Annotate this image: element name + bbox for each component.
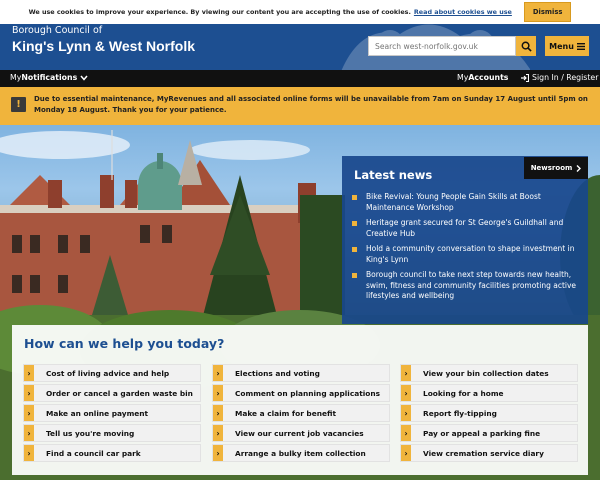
help-link-planning[interactable]: › Comment on planning applications (212, 384, 390, 402)
help-title: How can we help you today? (24, 336, 225, 351)
chevron-right-icon: › (24, 405, 34, 421)
help-link-job-vacancies[interactable]: › View our current job vacancies (212, 424, 390, 442)
exclamation-icon: ! (11, 97, 26, 112)
news-item-text: Bike Revival: Young People Gain Skills a… (366, 192, 541, 212)
accounts-label: Accounts (468, 73, 509, 82)
newsroom-button[interactable]: Newsroom (524, 157, 588, 179)
help-link-car-park[interactable]: › Find a council car park (23, 444, 201, 462)
news-item[interactable]: Borough council to take next step toward… (352, 270, 580, 302)
help-link-label: Arrange a bulky item collection (235, 448, 366, 458)
help-link-garden-waste[interactable]: › Order or cancel a garden waste bin (23, 384, 201, 402)
chevron-right-icon (576, 164, 582, 172)
logo-subtitle: Borough Council of (12, 25, 103, 36)
my-accounts-link[interactable]: MyAccounts (457, 73, 508, 82)
site-header: Borough Council of King's Lynn & West No… (0, 24, 600, 70)
help-link-label: Pay or appeal a parking fine (423, 428, 541, 438)
chevron-right-icon: › (213, 405, 223, 421)
chevron-right-icon: › (24, 365, 34, 381)
bullet-icon (352, 195, 357, 200)
search-input[interactable] (368, 36, 516, 56)
logo-title[interactable]: King's Lynn & West Norfolk (12, 38, 195, 54)
news-item[interactable]: Bike Revival: Young People Gain Skills a… (352, 192, 580, 213)
alert-message: Due to essential maintenance, MyRevenues… (34, 95, 588, 114)
help-link-online-payment[interactable]: › Make an online payment (23, 404, 201, 422)
bullet-icon (352, 273, 357, 278)
news-item-text: Borough council to take next step toward… (366, 270, 577, 300)
help-link-label: View cremation service diary (423, 448, 544, 458)
help-link-label: Cost of living advice and help (46, 368, 170, 378)
chevron-right-icon: › (401, 365, 411, 381)
news-item-text: Heritage grant secured for St George's G… (366, 218, 564, 238)
help-link-label: Elections and voting (235, 368, 320, 378)
cookie-message: We use cookies to improve your experienc… (28, 8, 411, 16)
help-link-bulky-item[interactable]: › Arrange a bulky item collection (212, 444, 390, 462)
help-link-label: View our current job vacancies (235, 428, 364, 438)
help-link-moving[interactable]: › Tell us you're moving (23, 424, 201, 442)
notifications-label: Notifications (21, 73, 78, 82)
sign-in-icon (521, 73, 529, 82)
search-icon (521, 41, 532, 52)
help-link-home[interactable]: › Looking for a home (400, 384, 578, 402)
help-link-label: Looking for a home (423, 388, 504, 398)
help-link-label: Tell us you're moving (46, 428, 135, 438)
help-link-parking-fine[interactable]: › Pay or appeal a parking fine (400, 424, 578, 442)
menu-label: Menu (549, 41, 574, 51)
chevron-right-icon: › (401, 385, 411, 401)
my-prefix: My (10, 73, 22, 82)
chevron-right-icon: › (401, 425, 411, 441)
latest-news-title: Latest news (354, 168, 433, 182)
newsroom-label: Newsroom (530, 164, 573, 172)
hamburger-icon (576, 42, 585, 50)
help-link-label: View your bin collection dates (423, 368, 549, 378)
chevron-right-icon: › (213, 425, 223, 441)
news-item[interactable]: Heritage grant secured for St George's G… (352, 218, 580, 239)
chevron-right-icon: › (213, 385, 223, 401)
help-link-cost-of-living[interactable]: › Cost of living advice and help (23, 364, 201, 382)
help-link-label: Make an online payment (46, 408, 149, 418)
sign-in-link[interactable]: Sign In / Register (521, 73, 598, 82)
help-link-bin-dates[interactable]: › View your bin collection dates (400, 364, 578, 382)
sign-in-label: Sign In / Register (532, 73, 599, 82)
maintenance-alert: ! Due to essential maintenance, MyRevenu… (0, 87, 600, 125)
chevron-right-icon: › (24, 385, 34, 401)
news-item-text: Hold a community conversation to shape i… (366, 244, 575, 264)
news-list: Bike Revival: Young People Gain Skills a… (352, 192, 580, 307)
help-link-label: Comment on planning applications (235, 388, 380, 398)
cookie-banner: We use cookies to improve your experienc… (0, 0, 600, 24)
help-link-label: Find a council car park (46, 448, 141, 458)
bullet-icon (352, 247, 357, 252)
help-link-label: Report fly-tipping (423, 408, 497, 418)
cookie-policy-link[interactable]: Read about cookies we use (414, 8, 512, 16)
help-link-label: Make a claim for benefit (235, 408, 337, 418)
accounts-prefix: My (457, 73, 469, 82)
help-link-cremation[interactable]: › View cremation service diary (400, 444, 578, 462)
chevron-right-icon: › (213, 365, 223, 381)
bullet-icon (352, 221, 357, 226)
help-link-label: Order or cancel a garden waste bin (46, 388, 193, 398)
help-link-benefit-claim[interactable]: › Make a claim for benefit (212, 404, 390, 422)
chevron-down-icon (80, 75, 88, 81)
news-item[interactable]: Hold a community conversation to shape i… (352, 244, 580, 265)
account-nav-bar: MyNotifications MyAccounts Sign In / Reg… (0, 70, 600, 87)
chevron-right-icon: › (24, 445, 34, 461)
search-button[interactable] (516, 36, 536, 56)
chevron-right-icon: › (24, 425, 34, 441)
chevron-right-icon: › (401, 445, 411, 461)
menu-button[interactable]: Menu (545, 36, 589, 56)
chevron-right-icon: › (401, 405, 411, 421)
chevron-right-icon: › (213, 445, 223, 461)
help-link-fly-tipping[interactable]: › Report fly-tipping (400, 404, 578, 422)
my-notifications-toggle[interactable]: MyNotifications (10, 73, 88, 82)
help-link-elections[interactable]: › Elections and voting (212, 364, 390, 382)
dismiss-cookie-button[interactable]: Dismiss (523, 2, 572, 22)
